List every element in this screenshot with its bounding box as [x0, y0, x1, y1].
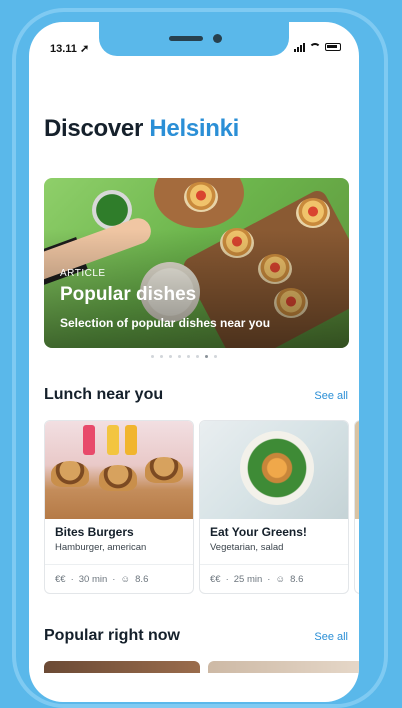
delivery-time: 30 min	[78, 573, 108, 585]
popular-card-image[interactable]	[44, 661, 200, 673]
carousel-dot[interactable]	[178, 355, 181, 358]
featured-article-card[interactable]: ARTICLE Popular dishes Selection of popu…	[44, 178, 349, 348]
carousel-dot[interactable]	[169, 355, 172, 358]
restaurant-card[interactable]: Bites Burgers Hamburger, american €€ · 30…	[44, 420, 194, 594]
camera	[213, 34, 222, 43]
hero-subtitle: Selection of popular dishes near you	[60, 316, 271, 330]
restaurant-name: Eat Your Greens!	[210, 525, 307, 539]
restaurant-tags: Hamburger, american	[55, 542, 147, 553]
cup	[83, 425, 95, 455]
carousel-dot[interactable]	[214, 355, 217, 358]
delivery-time: 25 min	[233, 573, 263, 585]
hero-kicker: ARTICLE	[60, 268, 106, 279]
carousel-dot[interactable]	[151, 355, 154, 358]
carousel-dot-active[interactable]	[205, 355, 208, 358]
rating-icon: ☺	[120, 573, 131, 585]
wifi-icon	[309, 42, 321, 52]
popular-cards-peek	[44, 661, 359, 673]
price-level: €€	[210, 573, 221, 585]
restaurant-name: Bites Burgers	[55, 525, 134, 539]
cup	[125, 425, 137, 455]
status-time: 13.11 ➚	[50, 43, 90, 55]
popular-see-all-link[interactable]: See all	[314, 631, 348, 643]
speaker	[169, 36, 203, 41]
rating-value: 8.6	[290, 573, 304, 585]
carousel-dots[interactable]	[151, 355, 217, 358]
restaurant-meta: €€ · 25 min · ☺ 8.6	[200, 564, 348, 593]
app-screen: 13.11 ➚ Discover Helsinki ARTICLE Popula…	[29, 22, 359, 702]
status-icons	[294, 42, 341, 52]
carousel-dot[interactable]	[187, 355, 190, 358]
page-title: Discover Helsinki	[44, 115, 240, 142]
burger	[51, 461, 89, 487]
notch	[99, 22, 289, 56]
burger	[145, 457, 183, 483]
popular-card-image[interactable]	[208, 661, 359, 673]
signal-icon	[294, 42, 305, 52]
carousel-dot[interactable]	[160, 355, 163, 358]
lunch-see-all-link[interactable]: See all	[314, 390, 348, 402]
hero-title: Popular dishes	[60, 284, 197, 305]
burger-image	[45, 421, 193, 519]
price-level: €€	[55, 573, 66, 585]
rating-value: 8.6	[135, 573, 149, 585]
burger	[99, 465, 137, 491]
restaurant-card[interactable]: Eat Your Greens! Vegetarian, salad €€ · 2…	[199, 420, 349, 594]
popular-section-title: Popular right now	[44, 627, 180, 644]
rating-icon: ☺	[275, 573, 286, 585]
cup	[107, 425, 119, 455]
salad-bowl	[240, 431, 314, 505]
restaurant-tags: Vegetarian, salad	[210, 542, 284, 553]
restaurant-meta: €€ · 30 min · ☺ 8.6	[45, 564, 193, 593]
battery-icon	[325, 43, 341, 51]
salad-image	[200, 421, 348, 519]
lunch-section-title: Lunch near you	[44, 386, 164, 403]
carousel-dot[interactable]	[196, 355, 199, 358]
restaurant-card-peek[interactable]	[354, 420, 359, 594]
